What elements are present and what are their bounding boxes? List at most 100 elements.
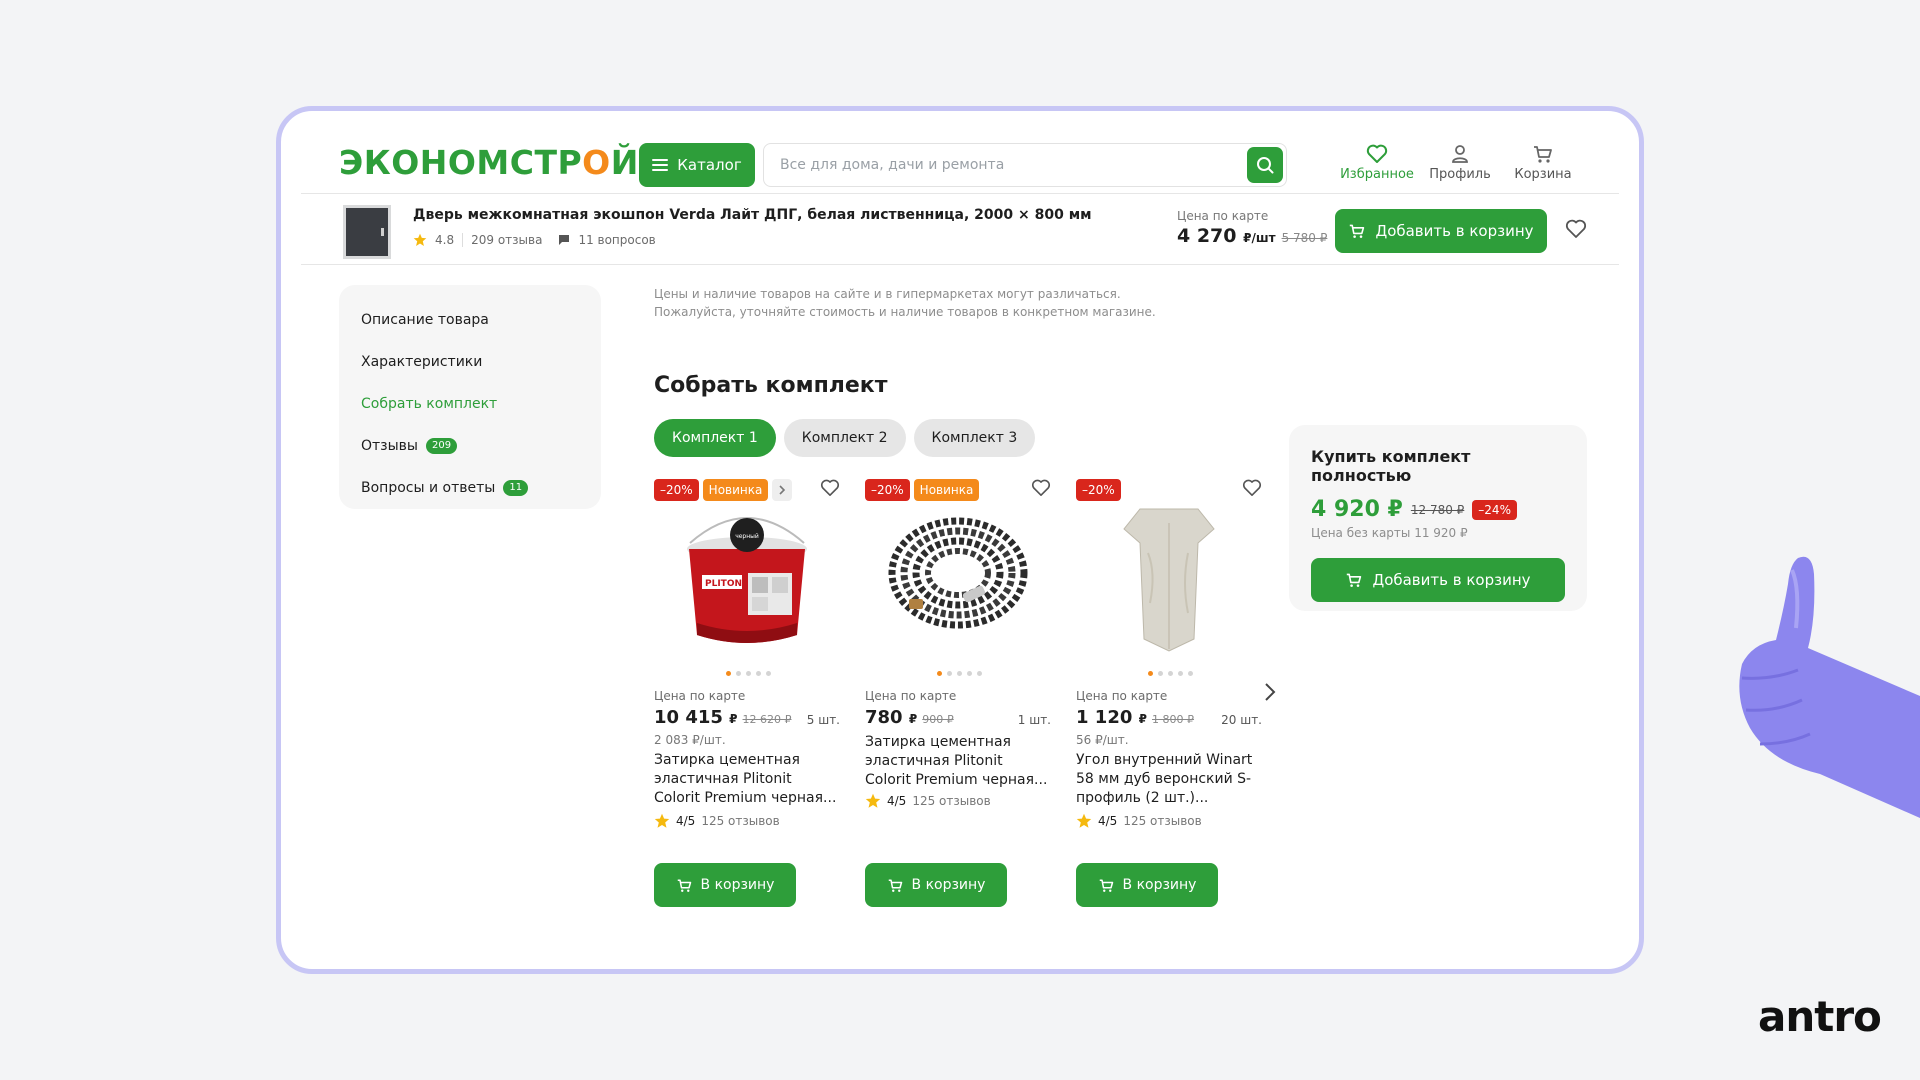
star-icon (654, 813, 670, 828)
tab-kit-2[interactable]: Комплект 2 (783, 419, 906, 457)
product-bar-divider (301, 264, 1619, 265)
search-button[interactable] (1247, 147, 1283, 183)
card-price: 1 120 ₽1 800 ₽ (1076, 707, 1195, 728)
product-card: –20% Новинка PLITONIT черный Цена по кар… (654, 479, 840, 919)
product-card: –20% Цена по карте 1 120 ₽1 800 ₽ 20 шт.… (1076, 479, 1262, 919)
kit-section-title: Собрать комплект (654, 373, 888, 398)
card-rating: 4/5 125 отзывов (654, 813, 780, 829)
star-icon (1076, 813, 1092, 828)
card-product-name[interactable]: Затирка цементная эластичная Plitonit Co… (865, 733, 1051, 790)
reviews-count-badge: 209 (425, 438, 458, 454)
card-add-to-cart-button[interactable]: В корзину (654, 863, 796, 907)
search-icon (1257, 157, 1274, 174)
card-tags: –20% Новинка (654, 479, 793, 501)
sidenav-item-qa[interactable]: Вопросы и ответы 11 (361, 467, 579, 509)
browser-frame: ЭКОНОМСТРОЙ Каталог Избранное Профиль Ко… (276, 106, 1644, 974)
tab-kit-3[interactable]: Комплект 3 (913, 419, 1036, 457)
discount-badge: –20% (1076, 479, 1121, 501)
card-price-label: Цена по карте (1076, 689, 1168, 703)
image-pager[interactable] (937, 671, 982, 676)
card-tags: –20% (1076, 479, 1121, 501)
card-quantity: 20 шт. (1221, 713, 1262, 727)
carousel-next-button[interactable] (1263, 681, 1277, 707)
product-reviews-link[interactable]: 209 отзыва (471, 233, 542, 247)
favorite-button[interactable] (1565, 219, 1587, 243)
buy-kit-no-card-price: Цена без карты 11 920 ₽ (1311, 526, 1468, 540)
product-meta: 4.8 209 отзыва 11 вопросов (413, 233, 656, 247)
sidenav-item-specs[interactable]: Характеристики (361, 341, 579, 383)
card-rating: 4/5 125 отзывов (1076, 813, 1202, 829)
cart-icon (1534, 146, 1552, 163)
star-icon (865, 793, 881, 808)
card-quantity: 5 шт. (806, 713, 840, 727)
heart-icon (1031, 479, 1051, 497)
nav-favorites-label: Избранное (1340, 167, 1414, 182)
card-favorite-button[interactable] (820, 479, 840, 501)
product-image-corner-profile[interactable] (1096, 503, 1242, 653)
nav-favorites[interactable]: Избранное (1334, 141, 1420, 182)
search-input[interactable] (780, 144, 1240, 186)
card-add-to-cart-button[interactable]: В корзину (1076, 863, 1218, 907)
heart-icon (1242, 479, 1262, 497)
nav-cart[interactable]: Корзина (1500, 141, 1586, 182)
cart-icon (1350, 224, 1365, 238)
card-price-label: Цена по карте (865, 689, 957, 703)
card-price: 780 ₽900 ₽ (865, 707, 954, 728)
buy-kit-old-price: 12 780 ₽ (1410, 502, 1465, 517)
new-badge: Новинка (913, 479, 980, 501)
catalog-label: Каталог (677, 156, 742, 174)
card-product-name[interactable]: Затирка цементная эластичная Plitonit Co… (654, 751, 840, 808)
price-label: Цена по карте (1177, 209, 1269, 223)
questions-count-badge: 11 (503, 480, 529, 496)
kit-tabs: Комплект 1 Комплект 2 Комплект 3 (654, 419, 1036, 457)
sidenav-item-description[interactable]: Описание товара (361, 299, 579, 341)
catalog-button[interactable]: Каталог (639, 143, 755, 187)
product-card: –20% Новинка Цена по карте 780 ₽900 ₽ 1 … (865, 479, 1051, 919)
header-divider (301, 193, 1619, 194)
tab-kit-1[interactable]: Комплект 1 (654, 419, 776, 457)
card-favorite-button[interactable] (1031, 479, 1051, 501)
sidenav-item-build-kit[interactable]: Собрать комплект (361, 383, 579, 425)
card-price-label: Цена по карте (654, 689, 746, 703)
image-pager[interactable] (726, 671, 771, 676)
cart-icon (677, 879, 691, 892)
chevron-right-icon (779, 485, 786, 495)
card-quantity: 1 шт. (1017, 713, 1051, 727)
nav-profile[interactable]: Профиль (1417, 141, 1503, 182)
brand-wordmark: antro (1758, 992, 1882, 1041)
product-old-price: 5 780 ₽ (1281, 231, 1328, 245)
buy-kit-title: Купить комплект полностью (1311, 447, 1471, 485)
product-questions-link[interactable]: 11 вопросов (578, 233, 655, 247)
product-image-grout-bucket[interactable]: PLITONIT черный (674, 503, 820, 653)
heart-icon (1366, 144, 1388, 163)
add-to-cart-button[interactable]: Добавить в корзину (1335, 209, 1547, 253)
product-rating: 4.8 (435, 233, 455, 247)
card-product-name[interactable]: Угол внутренний Winart 58 мм дуб веронск… (1076, 751, 1262, 808)
product-title: Дверь межкомнатная экошпон Verda Лайт ДП… (413, 207, 1092, 223)
card-add-to-cart-button[interactable]: В корзину (865, 863, 1007, 907)
product-thumbnail[interactable] (343, 205, 391, 259)
sidenav-item-reviews[interactable]: Отзывы 209 (361, 425, 579, 467)
discount-badge: –20% (865, 479, 910, 501)
card-unit-price: 2 083 ₽/шт. (654, 733, 726, 747)
meta-separator (462, 233, 464, 247)
menu-icon (652, 159, 669, 171)
card-favorite-button[interactable] (1242, 479, 1262, 501)
new-badge: Новинка (702, 479, 769, 501)
cart-icon (1099, 879, 1113, 892)
heart-icon (820, 479, 840, 497)
tags-more-button[interactable] (772, 479, 793, 501)
image-pager[interactable] (1148, 671, 1193, 676)
buy-kit-price-row: 4 920 ₽ 12 780 ₽ –24% (1311, 497, 1565, 522)
site-logo[interactable]: ЭКОНОМСТРОЙ (339, 143, 639, 182)
card-unit-price: 56 ₽/шт. (1076, 733, 1129, 747)
card-old-price: 1 800 ₽ (1152, 713, 1195, 726)
product-image-shower-hose[interactable] (885, 503, 1031, 653)
buy-kit-add-button[interactable]: Добавить в корзину (1311, 558, 1565, 602)
comment-icon (559, 235, 570, 245)
discount-badge: –20% (654, 479, 699, 501)
star-icon (413, 233, 427, 246)
card-rating: 4/5 125 отзывов (865, 793, 991, 809)
price-notice: Цены и наличие товаров на сайте и в гипе… (654, 287, 1156, 319)
product-price: 4 270 ₽/шт 5 780 ₽ (1177, 225, 1328, 247)
